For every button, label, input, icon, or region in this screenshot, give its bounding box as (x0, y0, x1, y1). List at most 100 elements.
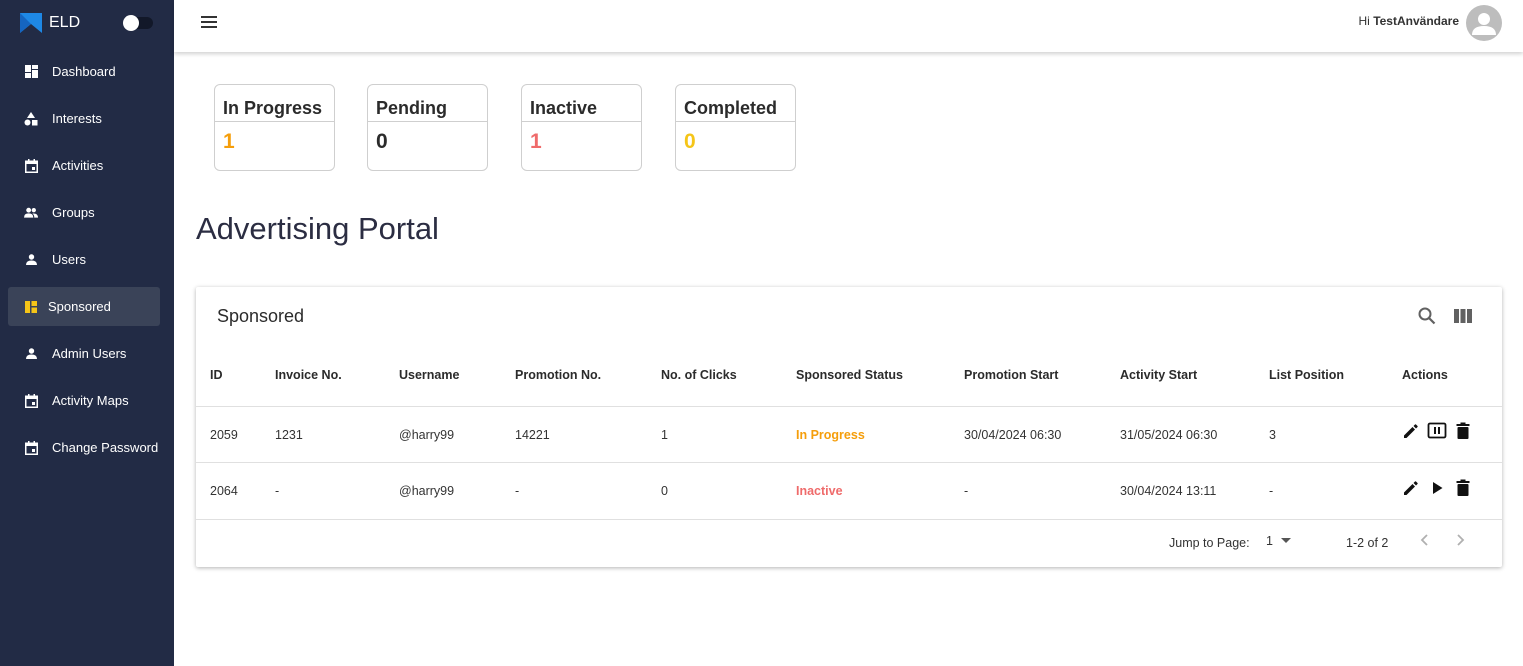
calendar-icon (24, 158, 38, 173)
stat-title: In Progress (215, 85, 334, 122)
cell-activity-start: 31/05/2024 06:30 (1120, 428, 1218, 442)
sidebar-item-label: Interests (52, 111, 102, 126)
cell-promotion-start: - (964, 484, 969, 498)
sidebar-item-label: Activity Maps (52, 393, 129, 408)
cell-id: 2064 (210, 484, 238, 498)
brand-name: ELD (49, 14, 81, 31)
edit-icon[interactable] (1401, 478, 1421, 498)
column-header-username[interactable]: Username (399, 368, 459, 382)
cell-promotion: - (515, 484, 520, 498)
stat-value: 0 (376, 130, 388, 153)
toggle-knob (123, 15, 139, 31)
column-header-id[interactable]: ID (210, 368, 223, 382)
cell-username: @harry99 (399, 428, 455, 442)
stat-card-completed: Completed 0 (675, 84, 796, 171)
column-header-promotion[interactable]: Promotion No. (515, 368, 601, 382)
divider (196, 462, 1502, 463)
eld-logo-icon (20, 13, 42, 33)
pagination-range: 1-2 of 2 (1346, 536, 1389, 550)
stat-value: 1 (223, 130, 235, 153)
topbar: Hi TestAnvändare (174, 0, 1523, 52)
sidebar-item-label: Activities (52, 158, 104, 173)
delete-icon[interactable] (1453, 421, 1473, 441)
stat-card-pending: Pending 0 (367, 84, 488, 171)
chevron-right-icon[interactable] (1452, 532, 1468, 548)
sidebar-item-dashboard[interactable]: Dashboard (8, 52, 160, 91)
divider (196, 519, 1502, 520)
view-columns-icon[interactable] (1453, 306, 1473, 326)
sidebar-item-admin-users[interactable]: Admin Users (8, 334, 160, 373)
sidebar-item-interests[interactable]: Interests (8, 99, 160, 138)
group-icon (24, 206, 38, 220)
theme-toggle[interactable] (123, 15, 153, 31)
column-header-status[interactable]: Sponsored Status (796, 368, 903, 382)
user-greeting: Hi TestAnvändare (1359, 14, 1460, 28)
column-header-activity-start[interactable]: Activity Start (1120, 368, 1197, 382)
sidebar-item-label: Groups (52, 205, 95, 220)
cell-clicks: 0 (661, 484, 668, 498)
edit-icon[interactable] (1401, 421, 1421, 441)
pause-icon[interactable] (1427, 421, 1447, 441)
brand[interactable]: ELD (20, 12, 80, 34)
greeting-prefix: Hi (1358, 14, 1370, 28)
cell-list-position: - (1269, 484, 1274, 498)
status-badge: Inactive (796, 484, 843, 498)
divider (196, 406, 1502, 407)
calendar-icon (24, 440, 38, 455)
column-header-clicks[interactable]: No. of Clicks (661, 368, 737, 382)
stat-card-inactive: Inactive 1 (521, 84, 642, 171)
shapes-icon (24, 111, 38, 126)
sidebar-nav: Dashboard Interests Activities Groups Us… (8, 52, 160, 475)
page-title: Advertising Portal (196, 211, 439, 246)
calendar-icon (24, 393, 38, 408)
sidebar-item-users[interactable]: Users (8, 240, 160, 279)
cell-clicks: 1 (661, 428, 668, 442)
sidebar-item-label: Change Password (52, 440, 159, 455)
cell-invoice: 1231 (275, 428, 303, 442)
dashboard-icon (24, 65, 38, 79)
sidebar-item-label: Dashboard (52, 64, 116, 79)
cell-id: 2059 (210, 428, 238, 442)
column-header-list-position[interactable]: List Position (1269, 368, 1344, 382)
avatar[interactable] (1466, 5, 1502, 41)
stat-title: Inactive (522, 85, 641, 122)
sidebar-item-activity-maps[interactable]: Activity Maps (8, 381, 160, 420)
column-header-invoice[interactable]: Invoice No. (275, 368, 342, 382)
sidebar-item-activities[interactable]: Activities (8, 146, 160, 185)
sponsored-icon (24, 300, 38, 314)
chevron-left-icon[interactable] (1417, 532, 1433, 548)
sidebar-item-groups[interactable]: Groups (8, 193, 160, 232)
stat-title: Completed (676, 85, 795, 122)
sponsored-table-card: Sponsored ID Invoice No. Username Promot… (196, 287, 1502, 567)
sidebar-item-label: Sponsored (48, 299, 111, 314)
page-select-value: 1 (1266, 534, 1273, 548)
delete-icon[interactable] (1453, 478, 1473, 498)
jump-to-page-label: Jump to Page: (1169, 536, 1250, 550)
table-title: Sponsored (217, 306, 305, 326)
stat-card-in-progress: In Progress 1 (214, 84, 335, 171)
search-icon[interactable] (1417, 306, 1437, 326)
sidebar-item-change-password[interactable]: Change Password (8, 428, 160, 467)
caret-down-icon (1280, 538, 1291, 543)
stat-value: 0 (684, 130, 696, 153)
hamburger-menu-icon[interactable] (200, 15, 218, 29)
stat-value: 1 (530, 130, 542, 153)
cell-username: @harry99 (399, 484, 455, 498)
stat-title: Pending (368, 85, 487, 122)
cell-list-position: 3 (1269, 428, 1276, 442)
status-badge: In Progress (796, 428, 865, 442)
cell-promotion: 14221 (515, 428, 550, 442)
sidebar-item-label: Admin Users (52, 346, 127, 361)
page-select[interactable]: 1 (1266, 534, 1291, 548)
sidebar-item-sponsored[interactable]: Sponsored (8, 287, 160, 326)
person-icon (24, 347, 38, 361)
cell-invoice: - (275, 484, 280, 498)
greeting-username: TestAnvändare (1373, 14, 1459, 28)
column-header-promotion-start[interactable]: Promotion Start (964, 368, 1058, 382)
cell-promotion-start: 30/04/2024 06:30 (964, 428, 1062, 442)
play-icon[interactable] (1427, 478, 1447, 498)
person-icon (1472, 13, 1496, 35)
person-icon (24, 253, 38, 267)
sidebar-item-label: Users (52, 252, 86, 267)
sidebar: ELD Dashboard Interests Activities Group… (0, 0, 174, 666)
